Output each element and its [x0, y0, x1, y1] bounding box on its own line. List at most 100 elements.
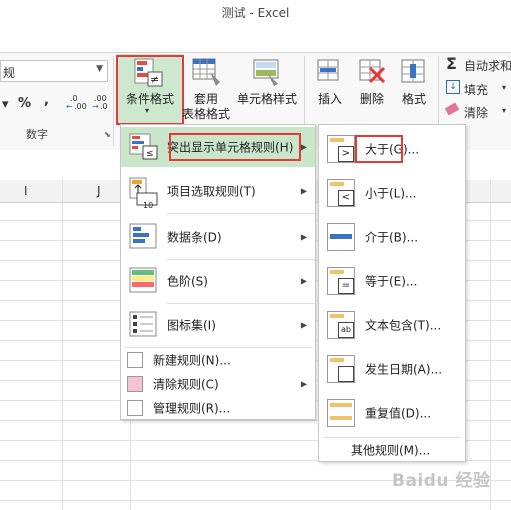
submenu-item-label: 小于(L)...: [365, 186, 417, 201]
chevron-right-icon: ▶: [300, 276, 307, 286]
submenu-item-duplicate-values[interactable]: 重复值(D)...: [319, 393, 465, 433]
chevron-right-icon: ▶: [300, 379, 307, 389]
chevron-down-icon: ▾: [502, 83, 507, 92]
format-cells-icon: [401, 59, 425, 83]
menu-divider: [125, 347, 313, 348]
menu-item-label: 管理规则(R)...: [153, 401, 231, 416]
menu-item-top-bottom-rules[interactable]: 10 项目选取规则(T) ▶: [121, 171, 315, 211]
icon-bar: [330, 270, 344, 274]
submenu-item-label: 文本包含(T)...: [365, 318, 442, 333]
manage-rules-icon: [127, 400, 143, 416]
data-bars-icon: [129, 223, 157, 249]
format-label: 格式: [401, 92, 426, 106]
submenu-item-less-than[interactable]: < 小于(L)...: [319, 173, 465, 213]
menu-item-clear-rules[interactable]: 清除规则(C) ▶: [121, 373, 315, 395]
submenu-item-label: 发生日期(A)...: [365, 362, 443, 377]
window-title: 测试 - Excel: [221, 6, 290, 20]
format-as-table-label-2: 表格格式: [181, 107, 230, 121]
insert-button[interactable]: 插入: [310, 54, 350, 126]
menu-item-manage-rules[interactable]: 管理规则(R)...: [121, 397, 315, 419]
fill-label: 填充: [464, 83, 489, 97]
ribbon-separator: [113, 56, 114, 146]
equal-to-icon: =: [327, 267, 355, 295]
submenu-item-date-occurring[interactable]: 发生日期(A)...: [319, 349, 465, 389]
submenu-item-label: 介于(B)...: [365, 230, 419, 245]
number-format-select[interactable]: 规 ▼: [0, 60, 108, 82]
new-rule-icon: [127, 352, 143, 368]
chevron-right-icon: ▶: [300, 186, 307, 196]
clear-label: 清除: [464, 106, 489, 120]
icon-bar: [330, 416, 352, 420]
menu-divider: [167, 259, 315, 260]
insert-label: 插入: [317, 92, 342, 106]
menu-item-label: 色阶(S): [167, 274, 208, 289]
submenu-item-label: 重复值(D)...: [365, 406, 432, 421]
icon-bar: [330, 182, 344, 186]
submenu-item-more-rules[interactable]: 其他规则(M)...: [319, 439, 465, 461]
cell-styles-button[interactable]: 单元格样式: [234, 54, 300, 126]
color-scales-icon: [129, 267, 157, 293]
icon-symbol: <: [338, 190, 354, 206]
sigma-icon: Σ: [446, 54, 457, 73]
menu-item-data-bars[interactable]: 数据条(D) ▶: [121, 217, 315, 257]
fill-down-icon: ↓: [446, 80, 460, 94]
text-contains-icon: ab: [327, 311, 355, 339]
calendar-icon: [327, 355, 355, 383]
format-button[interactable]: 格式: [394, 54, 434, 126]
greater-than-icon: >: [327, 135, 355, 163]
icon-symbol: =: [338, 278, 354, 294]
cell-styles-icon: [253, 59, 279, 86]
icon-bar: [330, 138, 344, 142]
dialog-launcher-icon[interactable]: ⬊: [104, 130, 111, 139]
menu-item-icon-sets[interactable]: 图标集(I) ▶: [121, 305, 315, 345]
eraser-icon: [444, 102, 460, 116]
icon-bar: [330, 314, 344, 318]
menu-item-label: 图标集(I): [167, 318, 216, 333]
chevron-right-icon: ▶: [300, 142, 307, 152]
submenu-item-equal-to[interactable]: = 等于(E)...: [319, 261, 465, 301]
highlight-frame: [169, 133, 301, 161]
column-header-j[interactable]: J: [97, 184, 101, 198]
menu-item-label: 新建规则(N)...: [153, 353, 231, 368]
arrow-right-icon: →: [92, 102, 99, 111]
clear-rules-icon: [127, 376, 143, 392]
highlight-frame: [355, 135, 403, 163]
svg-text:≤: ≤: [146, 149, 154, 159]
duplicate-values-icon: [327, 399, 355, 427]
delete-button[interactable]: 删除: [352, 54, 392, 126]
autosum-button[interactable]: Σ 自动求和: [446, 54, 511, 74]
menu-divider: [323, 437, 461, 438]
decrease-decimal-button[interactable]: .00 → .0: [92, 94, 114, 112]
submenu-item-between[interactable]: 介于(B)...: [319, 217, 465, 257]
top-bottom-icon-number: 10: [143, 201, 154, 210]
format-as-table-button[interactable]: 套用 表格格式: [182, 54, 230, 126]
icon-bar: [330, 403, 352, 407]
menu-item-new-rule[interactable]: 新建规则(N)...: [121, 349, 315, 371]
grid-line: [0, 500, 511, 501]
menu-item-label: 数据条(D): [167, 230, 222, 245]
comma-style-button[interactable]: ,: [44, 93, 49, 108]
insert-cells-icon: [317, 59, 339, 81]
number-format-chevron[interactable]: ▾: [2, 97, 9, 112]
watermark-logo: Baidu 经验: [392, 471, 491, 491]
submenu-item-label: 等于(E)...: [365, 274, 418, 289]
delete-cells-icon: [359, 59, 386, 84]
menu-divider: [167, 213, 315, 214]
menu-item-label: 清除规则(C): [153, 377, 219, 392]
percent-style-button[interactable]: %: [18, 96, 31, 111]
chevron-right-icon: ▶: [300, 320, 307, 330]
delete-label: 删除: [359, 92, 384, 106]
icon-bar: [330, 234, 352, 239]
highlight-rules-submenu: > 大于(G)... < 小于(L)... 介于(B)... = 等于(E)..…: [318, 124, 466, 462]
column-header-i[interactable]: I: [24, 184, 28, 198]
chevron-right-icon: ▶: [300, 232, 307, 242]
submenu-item-text-contains[interactable]: ab 文本包含(T)...: [319, 305, 465, 345]
increase-decimal-button[interactable]: .0 ← .00: [66, 94, 88, 112]
fill-button[interactable]: ↓ 填充 ▾: [446, 80, 511, 98]
table-format-icon: [192, 58, 220, 86]
icon-bar: [330, 358, 344, 362]
menu-item-color-scales[interactable]: 色阶(S) ▶: [121, 261, 315, 301]
clear-button[interactable]: 清除 ▾: [444, 102, 511, 121]
autosum-label: 自动求和: [464, 59, 511, 73]
between-icon: [327, 223, 355, 251]
